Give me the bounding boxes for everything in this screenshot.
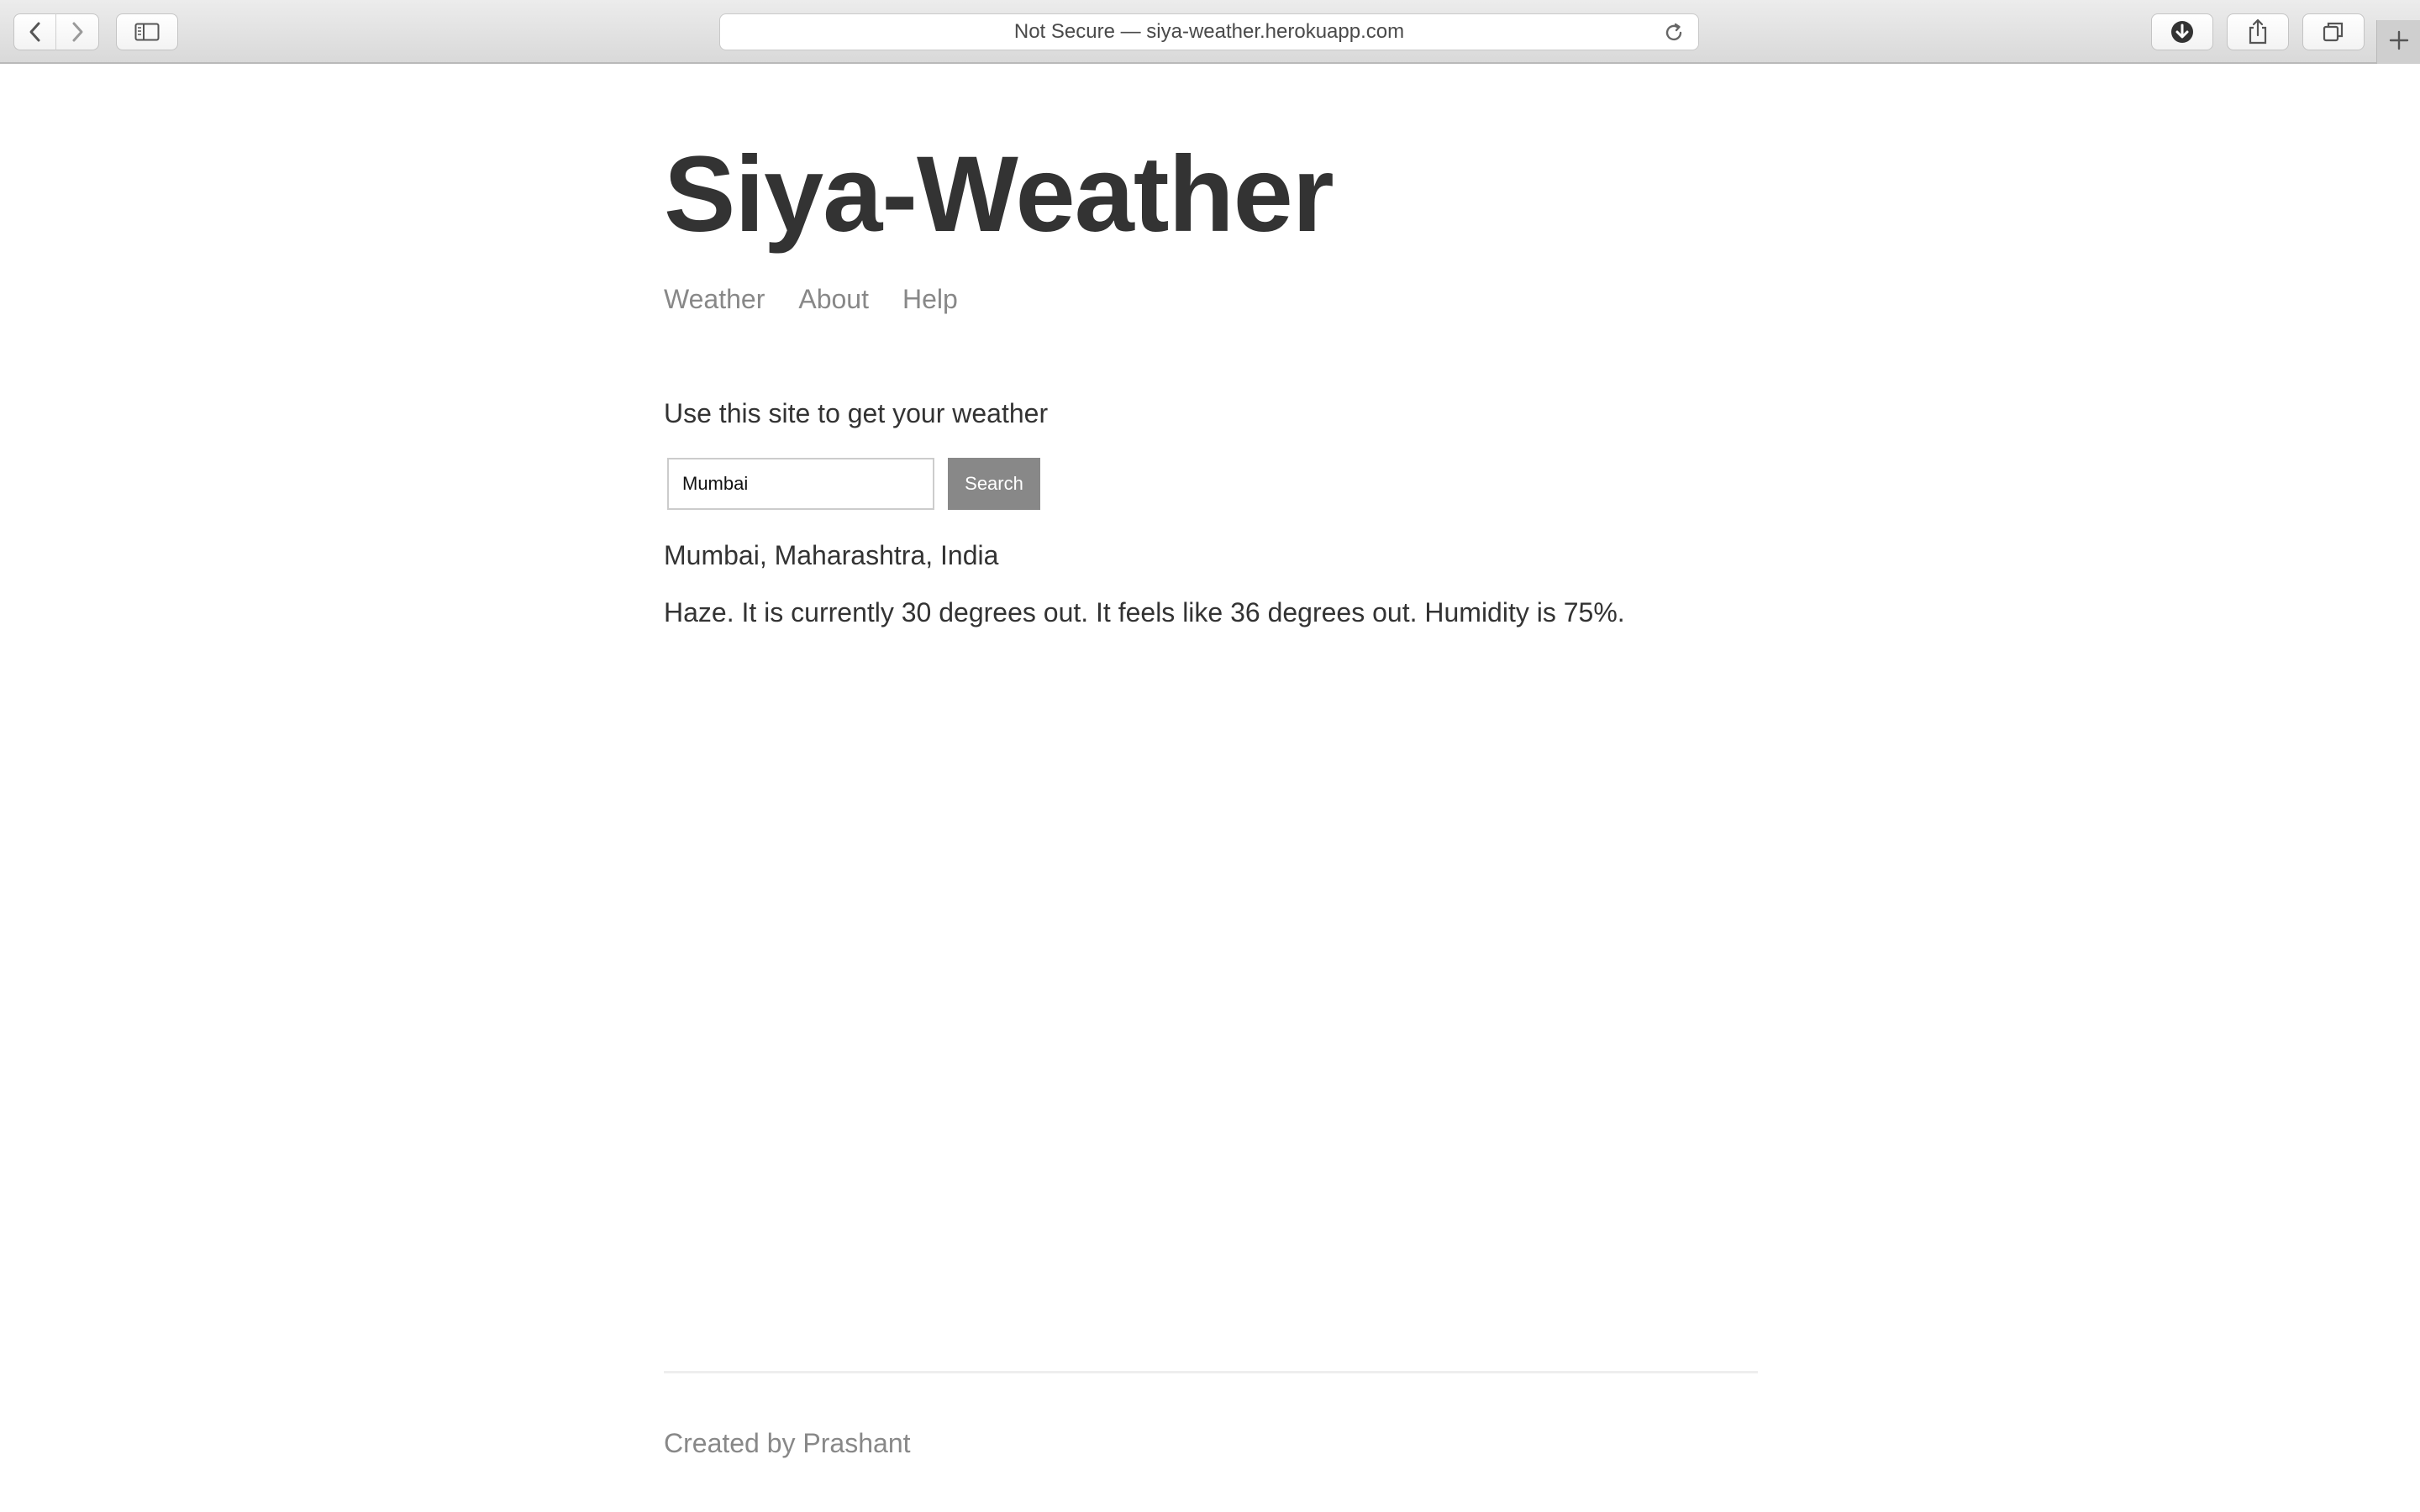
footer-divider (664, 1371, 1758, 1373)
sidebar-icon (134, 23, 160, 41)
browser-toolbar: Not Secure — siya-weather.herokuapp.com (0, 0, 2420, 64)
back-button[interactable] (13, 13, 56, 50)
nav-link-weather[interactable]: Weather (664, 286, 765, 312)
location-result: Mumbai, Maharashtra, India (664, 540, 999, 570)
page-title: Siya-Weather (664, 134, 1334, 255)
back-icon (28, 21, 43, 43)
address-text: Not Secure — siya-weather.herokuapp.com (1013, 20, 1405, 43)
search-form: Search (667, 458, 1040, 510)
share-button[interactable] (2227, 13, 2289, 50)
nav-link-about[interactable]: About (798, 286, 869, 312)
downloads-button[interactable] (2151, 13, 2213, 50)
tabs-overview-button[interactable] (2302, 13, 2365, 50)
intro-text: Use this site to get your weather (664, 398, 1049, 428)
address-bar[interactable]: Not Secure — siya-weather.herokuapp.com (719, 13, 1699, 50)
search-button[interactable]: Search (948, 458, 1040, 510)
forward-icon (70, 21, 85, 43)
forecast-result: Haze. It is currently 30 degrees out. It… (664, 597, 1625, 627)
forward-button[interactable] (56, 13, 99, 50)
location-input[interactable] (667, 458, 934, 510)
footer-credit: Created by Prashant (664, 1428, 911, 1458)
new-tab-button[interactable] (2376, 20, 2420, 64)
reload-icon[interactable] (1663, 22, 1685, 50)
sidebar-button[interactable] (116, 13, 178, 50)
history-nav (13, 13, 99, 50)
tabs-icon (2322, 20, 2345, 44)
share-icon (2247, 18, 2269, 45)
download-icon (2170, 19, 2195, 45)
site-nav: Weather About Help (664, 286, 958, 312)
nav-link-help[interactable]: Help (902, 286, 958, 312)
new-tab-icon (2389, 30, 2409, 55)
